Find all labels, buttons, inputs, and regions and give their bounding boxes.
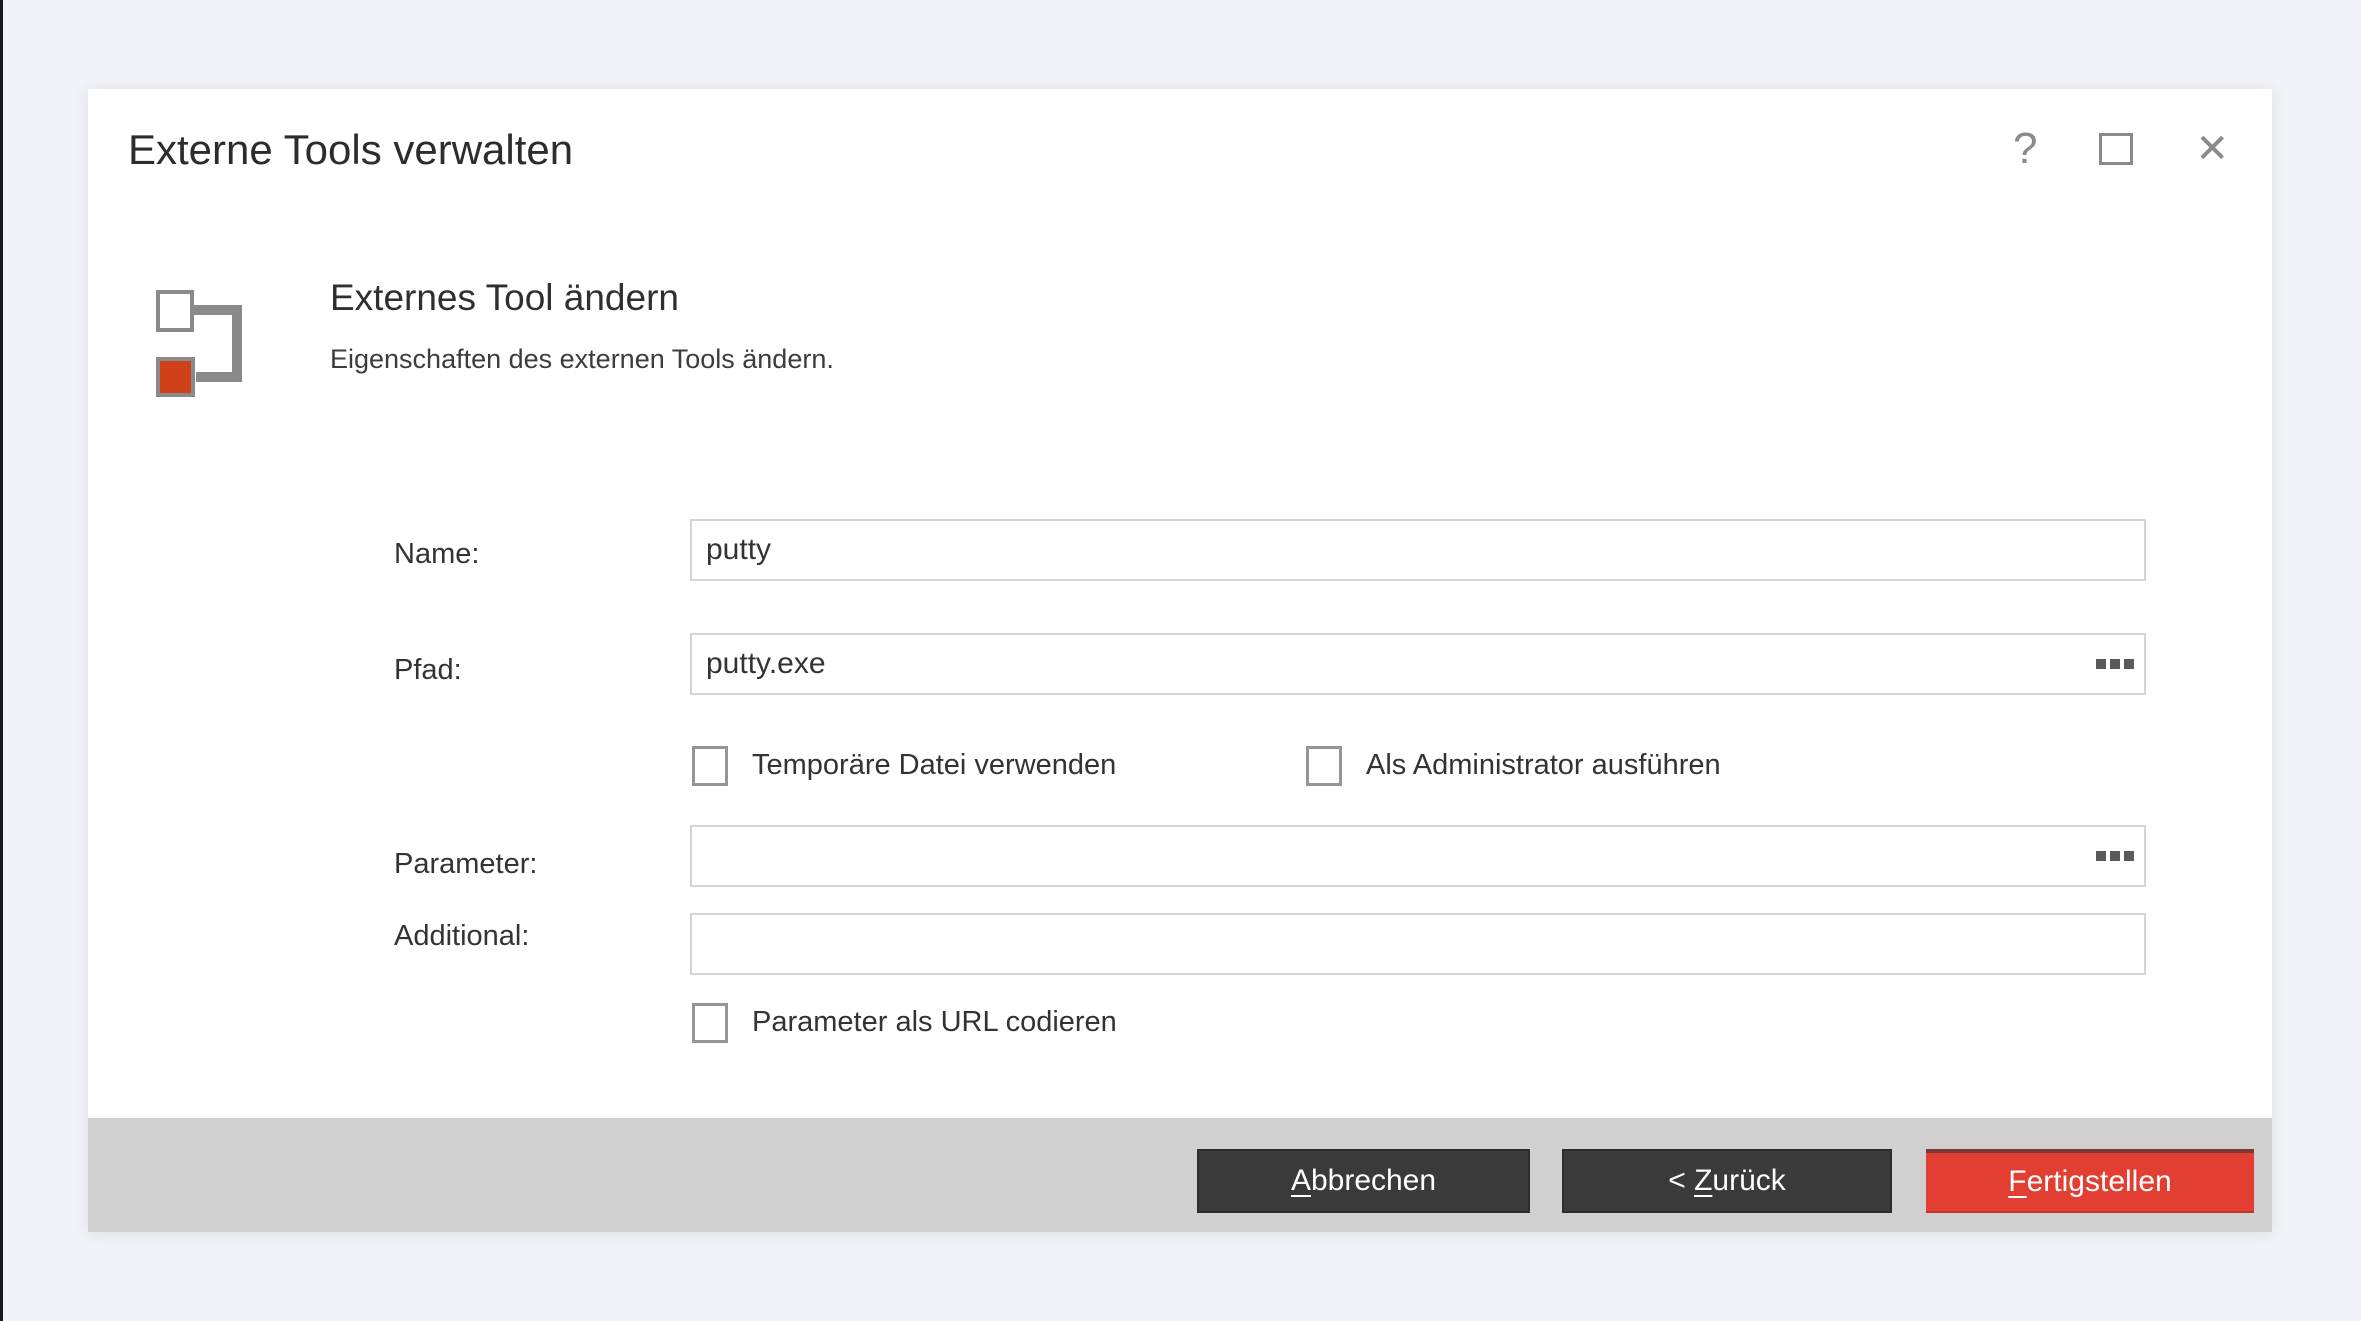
page-subtitle: Eigenschaften des externen Tools ändern.	[330, 343, 834, 375]
admin-checkbox-row: Als Administrator ausführen	[1306, 745, 1721, 786]
desktop-background: Externe Tools verwalten ? ✕ Externes Too…	[0, 0, 2361, 1321]
additional-input-wrap	[690, 913, 2146, 975]
url-encode-checkbox-row: Parameter als URL codieren	[692, 1002, 1117, 1043]
maximize-box-glyph	[2099, 133, 2133, 165]
page-title: Externes Tool ändern	[330, 278, 679, 318]
path-input-wrap	[690, 633, 2146, 695]
window-title: Externe Tools verwalten	[128, 125, 573, 175]
path-input[interactable]	[690, 633, 2146, 695]
parameter-input-wrap	[690, 825, 2146, 887]
name-input[interactable]	[690, 519, 2146, 581]
help-icon[interactable]: ?	[2013, 127, 2037, 171]
maximize-icon[interactable]	[2099, 133, 2133, 165]
back-button-label: < Zurück	[1668, 1164, 1786, 1197]
parameter-input[interactable]	[690, 825, 2146, 887]
additional-label: Additional:	[394, 921, 529, 951]
background-window-edge	[0, 0, 3, 1321]
back-button[interactable]: < Zurück	[1562, 1149, 1892, 1213]
url-encode-label: Parameter als URL codieren	[752, 1006, 1117, 1039]
finish-button[interactable]: Fertigstellen	[1926, 1149, 2254, 1213]
name-input-wrap	[690, 519, 2146, 581]
dialog-externe-tools: Externe Tools verwalten ? ✕ Externes Too…	[88, 89, 2272, 1232]
temp-file-label: Temporäre Datei verwenden	[752, 749, 1116, 782]
temp-file-checkbox-row: Temporäre Datei verwenden	[692, 745, 1116, 786]
external-tool-wizard-icon	[156, 290, 248, 400]
path-label: Pfad:	[394, 655, 462, 685]
close-icon[interactable]: ✕	[2195, 129, 2229, 169]
url-encode-checkbox[interactable]	[692, 1003, 728, 1043]
finish-button-label: Fertigstellen	[2008, 1165, 2171, 1198]
cancel-button-label: Abbrechen	[1291, 1164, 1436, 1197]
footer-bar: Abbrechen < Zurück Fertigstellen	[88, 1118, 2272, 1232]
window-controls: ? ✕	[2013, 127, 2229, 171]
admin-checkbox[interactable]	[1306, 746, 1342, 786]
path-browse-ellipsis-icon[interactable]	[2094, 653, 2136, 675]
parameter-browse-ellipsis-icon[interactable]	[2094, 845, 2136, 867]
parameter-label: Parameter:	[394, 849, 537, 879]
cancel-button[interactable]: Abbrechen	[1197, 1149, 1530, 1213]
admin-label: Als Administrator ausführen	[1366, 749, 1721, 782]
name-label: Name:	[394, 539, 479, 569]
temp-file-checkbox[interactable]	[692, 746, 728, 786]
additional-input[interactable]	[690, 913, 2146, 975]
